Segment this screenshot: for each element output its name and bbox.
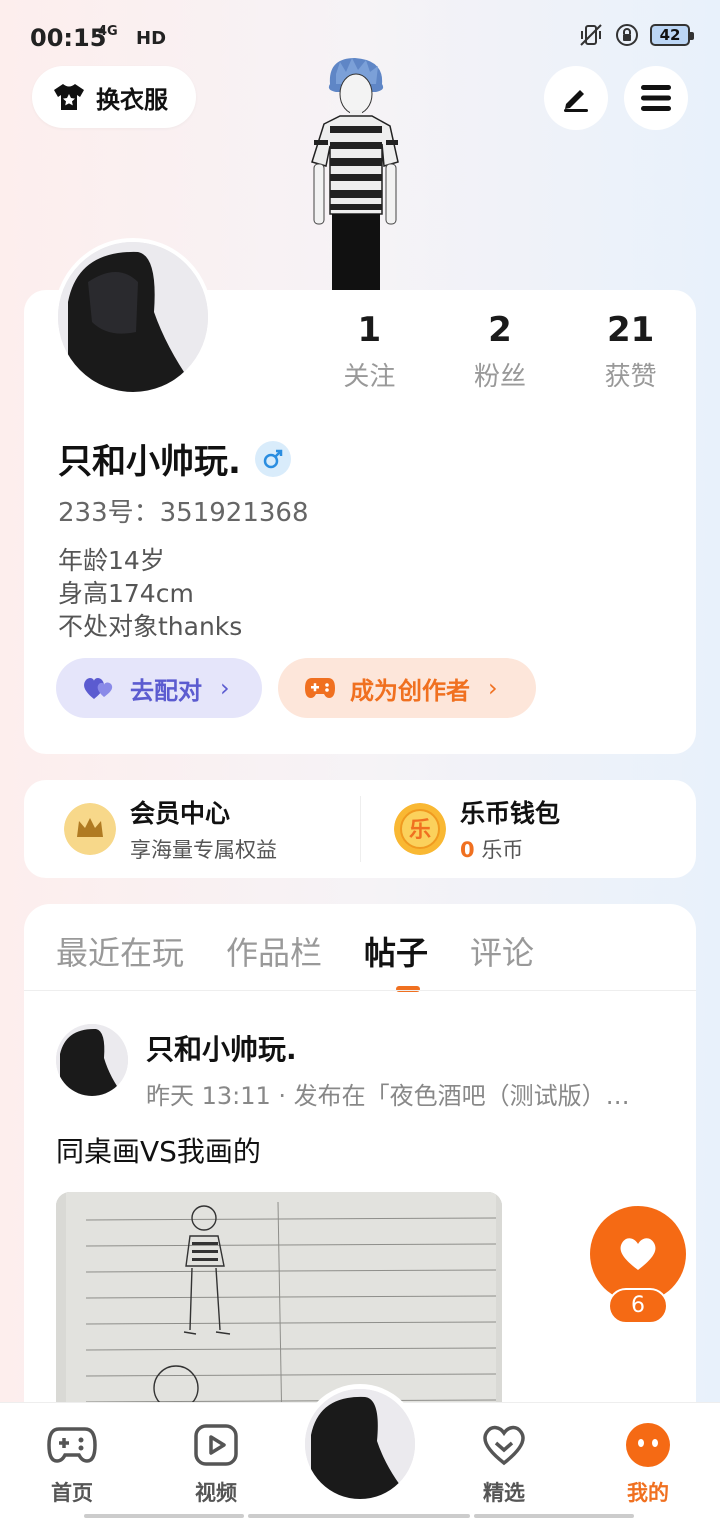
following-count: 1 — [357, 310, 382, 350]
vibrate-icon — [580, 24, 602, 46]
stats-row: 1 关注 2 粉丝 21 获赞 — [304, 310, 696, 393]
nav-mine[interactable]: 我的 — [598, 1421, 698, 1507]
post-meta: 昨天 13:11 · 发布在「夜色酒吧（测试版）… — [146, 1082, 630, 1110]
username-row: 只和小帅玩. — [58, 434, 291, 483]
chevron-right-icon: › — [488, 674, 498, 702]
coin-wallet[interactable]: 乐 乐币钱包 0 乐币 — [394, 780, 560, 878]
hd-indicator: HD — [136, 28, 167, 49]
change-outfit-button[interactable]: 换衣服 — [32, 66, 196, 128]
male-icon — [254, 440, 291, 477]
membership-wallet-card: 会员中心 享海量专属权益 乐 乐币钱包 0 乐币 — [24, 780, 696, 878]
match-button[interactable]: 去配对 › — [56, 658, 262, 718]
chevron-right-icon: › — [220, 674, 230, 702]
profile-avatar[interactable] — [54, 238, 212, 396]
active-tab-indicator — [396, 986, 420, 992]
nav-mine-label: 我的 — [627, 1481, 669, 1505]
avatar — [305, 1389, 415, 1499]
lock-rotation-icon — [616, 24, 638, 46]
heart-icon — [620, 1238, 656, 1270]
vip-title: 会员中心 — [130, 799, 231, 828]
gamepad-icon — [47, 1427, 97, 1463]
play-icon — [194, 1424, 238, 1466]
bio-line: 身高174cm — [58, 579, 194, 608]
nav-center-avatar-button[interactable] — [300, 1384, 420, 1504]
battery-indicator: 42 — [650, 24, 694, 46]
home-indicator — [248, 1514, 470, 1518]
menu-button[interactable] — [624, 66, 688, 130]
match-label: 去配对 — [130, 676, 202, 705]
creator-label: 成为创作者 — [350, 676, 470, 705]
stat-followers[interactable]: 2 粉丝 — [435, 310, 566, 393]
tab-recent-played[interactable]: 最近在玩 — [56, 928, 184, 974]
like-count: 6 — [608, 1288, 668, 1324]
content-tabs: 最近在玩 作品栏 帖子 评论 — [56, 928, 534, 974]
home-indicator — [474, 1514, 634, 1518]
username: 只和小帅玩. — [58, 442, 241, 482]
stat-following[interactable]: 1 关注 — [304, 310, 435, 393]
nav-featured[interactable]: 精选 — [454, 1421, 554, 1507]
tab-posts[interactable]: 帖子 — [364, 928, 428, 974]
divider — [360, 796, 361, 862]
bio-line: 不处对象thanks — [58, 612, 243, 641]
divider — [24, 990, 696, 991]
edit-button[interactable] — [544, 66, 608, 130]
face-icon — [626, 1423, 670, 1467]
user-id: 233号：351921368 — [58, 498, 309, 528]
crown-icon — [64, 803, 116, 855]
coin-amount: 0 — [460, 838, 475, 862]
become-creator-button[interactable]: 成为创作者 › — [278, 658, 536, 718]
nav-home-label: 首页 — [51, 1481, 93, 1505]
nav-video[interactable]: 视频 — [166, 1421, 266, 1507]
stat-likes[interactable]: 21 获赞 — [565, 310, 696, 393]
nav-featured-label: 精选 — [483, 1481, 525, 1505]
menu-icon — [641, 85, 671, 111]
bio: 年龄14岁 身高174cm 不处对象thanks — [58, 544, 242, 643]
coin-unit: 乐币 — [481, 838, 524, 862]
wallet-title: 乐币钱包 — [460, 799, 561, 828]
network-type: 4G — [98, 24, 118, 39]
post-title[interactable]: 同桌画VS我画的 — [56, 1130, 261, 1170]
following-label: 关注 — [343, 362, 396, 392]
home-indicator — [84, 1514, 244, 1518]
bio-line: 年龄14岁 — [58, 546, 165, 575]
likes-label: 获赞 — [604, 362, 657, 392]
nav-home[interactable]: 首页 — [22, 1421, 122, 1507]
post-author-avatar[interactable] — [56, 1024, 128, 1096]
wallet-balance: 0 乐币 — [460, 834, 560, 864]
double-heart-icon — [84, 678, 113, 699]
post-author-name[interactable]: 只和小帅玩. — [146, 1028, 297, 1068]
tab-works[interactable]: 作品栏 — [226, 928, 322, 974]
coin-icon: 乐 — [394, 803, 446, 855]
vip-subtitle: 享海量专属权益 — [130, 838, 277, 862]
coin-glyph: 乐 — [409, 818, 431, 843]
change-outfit-label: 换衣服 — [96, 85, 168, 114]
pen-icon — [564, 90, 588, 112]
heart-outline-icon — [483, 1425, 525, 1466]
tab-comments[interactable]: 评论 — [470, 928, 534, 974]
avatar-figure[interactable] — [300, 54, 410, 290]
vip-center[interactable]: 会员中心 享海量专属权益 — [64, 780, 277, 878]
likes-count: 21 — [607, 310, 655, 350]
followers-count: 2 — [488, 310, 512, 350]
nav-video-label: 视频 — [195, 1481, 237, 1505]
status-time: 00:15 — [30, 24, 107, 52]
tshirt-icon — [54, 84, 84, 110]
followers-label: 粉丝 — [474, 362, 527, 392]
post-image[interactable] — [56, 1192, 502, 1432]
gamepad-icon — [305, 678, 335, 698]
